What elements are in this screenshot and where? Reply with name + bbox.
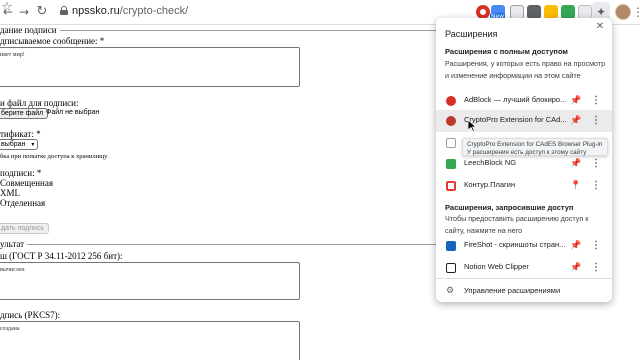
pin-icon[interactable]: 📌 (570, 261, 581, 274)
extension-name: Notion Web Clipper (464, 262, 529, 271)
file-status: Файл не выбран (46, 109, 100, 116)
message-value: ивет мир! (0, 52, 25, 58)
extension-row-notion[interactable]: Notion Web Clipper 📌 ⋮ (436, 257, 612, 279)
cert-error: бка при попытке доступа к хранилищу (0, 153, 108, 160)
lock-icon[interactable] (60, 6, 68, 15)
more-vert-icon[interactable]: ⋮ (591, 94, 601, 107)
hash-textarea[interactable]: вычислен (0, 262, 300, 300)
arrow-left-icon: ← (2, 5, 14, 19)
fieldset-border (0, 30, 436, 31)
mouse-cursor-icon (468, 120, 478, 132)
file-label: и файл для подписи: (0, 98, 79, 108)
forward-button[interactable]: → (16, 4, 32, 20)
kontur-icon (446, 181, 456, 191)
more-vert-icon[interactable]: ⋮ (591, 179, 601, 192)
result-title: ультат (0, 239, 28, 249)
manage-extensions-label: Управление расширениями (464, 286, 561, 295)
extension-name: FireShot - скриншоты стран... (464, 240, 566, 249)
popup-divider (436, 278, 612, 279)
cert-select-value: выбран (1, 141, 26, 148)
full-access-heading: Расширения с полным доступом (445, 47, 568, 56)
sig-type-option-xml[interactable]: XML (0, 188, 20, 198)
extension-row-kontur[interactable]: Контур.Плагин 📍 ⋮ (436, 175, 612, 197)
sig-type-option-detached[interactable]: Отделенная (0, 198, 45, 208)
popup-title: Расширения (445, 29, 498, 39)
tooltip-line-2: У расширения есть доступ к этому сайту (467, 148, 587, 156)
notion-icon (446, 263, 456, 273)
request-access-desc: Чтобы предоставить расширению доступ к с… (445, 214, 589, 235)
leechblock-icon (446, 159, 456, 169)
cert-label: тификат: * (0, 129, 41, 139)
signature-label: дпись (PKCS7): (0, 310, 61, 320)
address-bar[interactable]: npssko.ru/crypto-check/ (72, 5, 188, 17)
extension-row-adblock[interactable]: AdBlock — лучший блокиро... 📌 ⋮ (436, 90, 612, 112)
extension-toolbar-icon-4[interactable] (578, 5, 592, 19)
cryptopro-icon (446, 116, 456, 126)
choose-file-button[interactable]: берите файл (0, 108, 49, 119)
extensions-popup: Расширения ✕ Расширения с полным доступо… (436, 18, 612, 302)
signature-textarea[interactable]: создана (0, 321, 300, 360)
extension-name: AdBlock — лучший блокиро... (464, 95, 567, 104)
extension-name: Контур.Плагин (464, 180, 516, 189)
extension-toolbar-icon-3[interactable] (544, 5, 558, 19)
more-vert-icon[interactable]: ⋮ (591, 261, 601, 274)
chevron-down-icon: ▾ (31, 142, 35, 148)
more-vert-icon[interactable]: ⋮ (591, 157, 601, 170)
extension-row-leechblock[interactable]: LeechBlock NG 📌 ⋮ (436, 153, 612, 175)
hash-value: вычислен (0, 267, 25, 273)
back-button[interactable]: ← (0, 4, 16, 20)
extension-tooltip: CryptoPro Extension for CAdES Browser Pl… (462, 138, 608, 156)
leechblock-toolbar-icon[interactable] (561, 5, 575, 19)
url-path: /crypto-check/ (119, 5, 189, 17)
sig-type-label: подписи: * (0, 168, 42, 178)
reload-icon: ↻ (36, 4, 48, 19)
hash-label: ш (ГОСТ Р 34.11-2012 256 бит): (0, 251, 123, 261)
manage-extensions-button[interactable]: ⚙ Управление расширениями (436, 282, 612, 300)
more-vert-icon[interactable]: ⋮ (591, 114, 601, 127)
create-signature-button[interactable]: дать подпись (0, 223, 50, 234)
more-vert-icon[interactable]: ⋮ (591, 239, 601, 252)
reload-button[interactable]: ↻ (34, 4, 50, 20)
tooltip-line-1: CryptoPro Extension for CAdES Browser Pl… (467, 141, 603, 148)
cert-select[interactable]: выбран ▾ (0, 139, 39, 150)
extension-name: LeechBlock NG (464, 158, 517, 167)
extension-toolbar-icon-2[interactable] (527, 5, 541, 19)
shield-icon (446, 138, 456, 148)
extension-row-cryptopro[interactable]: CryptoPro Extension for CAd... 📌 ⋮ (436, 110, 612, 132)
more-vert-icon[interactable]: ⋮ (632, 4, 640, 20)
pin-icon[interactable]: 📌 (570, 239, 581, 252)
shield-toolbar-icon[interactable] (510, 5, 524, 19)
message-textarea[interactable]: ивет мир! (0, 47, 300, 87)
url-host: npssko.ru (72, 5, 120, 17)
sig-type-option-attached[interactable]: Совмещенная (0, 178, 53, 188)
signature-value: создана (0, 326, 20, 332)
section-create-title: дание подписи (0, 25, 60, 35)
divider (0, 244, 436, 245)
gear-icon: ⚙ (446, 285, 455, 295)
pin-icon[interactable]: 📌 (570, 114, 581, 127)
close-icon[interactable]: ✕ (594, 21, 606, 33)
pin-icon[interactable]: 📍 (570, 179, 581, 192)
fireshot-icon (446, 241, 456, 251)
adblock-icon (446, 96, 456, 106)
avatar[interactable] (615, 4, 631, 20)
arrow-right-icon: → (18, 5, 30, 19)
full-access-desc: Расширения, у которых есть право на прос… (445, 59, 606, 80)
message-label: дписываемое сообщение: * (0, 36, 105, 46)
extension-row-fireshot[interactable]: FireShot - скриншоты стран... 📌 ⋮ (436, 235, 612, 257)
pin-icon[interactable]: 📌 (570, 157, 581, 170)
adblock-toolbar-icon[interactable] (476, 5, 490, 19)
request-access-heading: Расширения, запросившие доступ (445, 203, 574, 212)
pin-icon[interactable]: 📌 (570, 94, 581, 107)
extension-name: CryptoPro Extension for CAd... (464, 115, 567, 124)
